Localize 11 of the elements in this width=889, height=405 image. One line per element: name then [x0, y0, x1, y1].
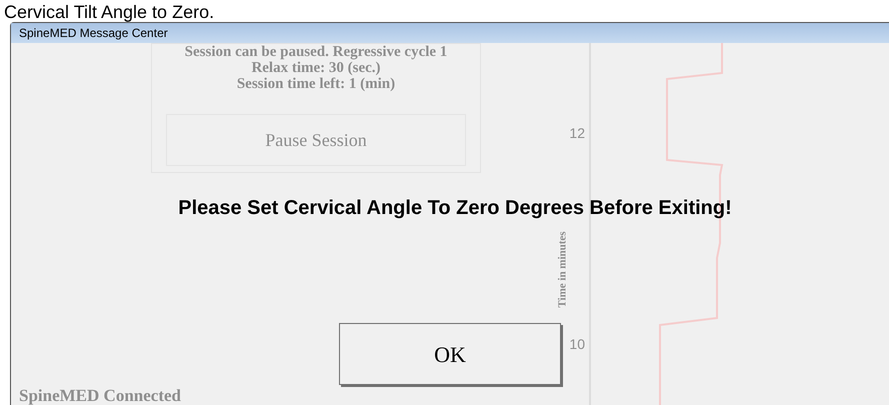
axis-label: Time in minutes — [558, 230, 568, 308]
dialog-title: SpineMED Message Center — [19, 25, 168, 42]
session-info-text: Relax time: 30 (sec.) — [251, 60, 381, 76]
session-info-text: Session time left: 1 (min) — [236, 76, 396, 92]
dialog-message: Please Set Cervical Angle To Zero Degrees Before Exiting! — [178, 196, 732, 221]
caption-text: Cervical Tilt Angle to Zero. — [3, 2, 214, 22]
axis-tick-label: 10 — [569, 335, 585, 354]
ok-button[interactable]: OK — [339, 323, 561, 385]
axis-tick-label: 12 — [569, 124, 585, 143]
session-info-text: Session can be paused. Regressive cycle 1 — [184, 44, 448, 60]
connection-status: SpineMED Connected — [18, 387, 182, 405]
